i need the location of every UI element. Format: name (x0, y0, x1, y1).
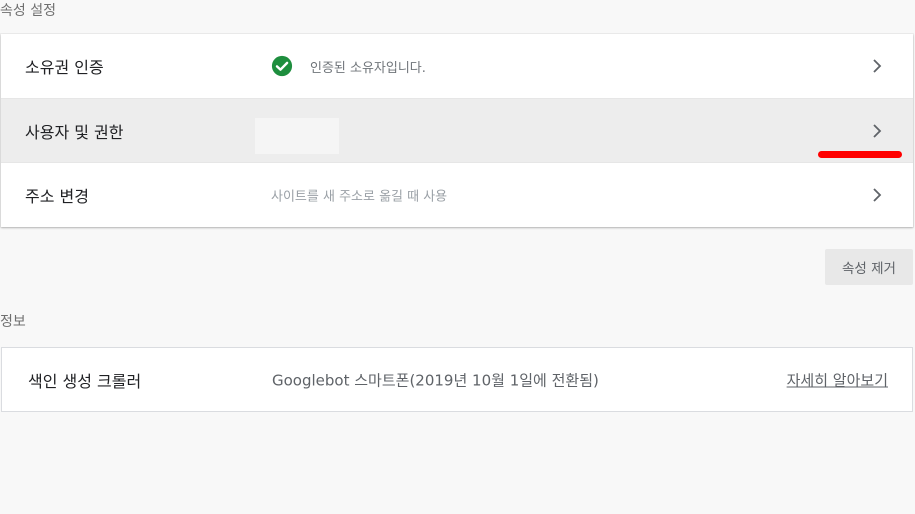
section-heading-info: 정보 (0, 314, 26, 330)
check-circle-icon (271, 55, 293, 77)
row-value: 사이트를 새 주소로 옮길 때 사용 (271, 189, 448, 205)
row-label: 주소 변경 (25, 187, 89, 206)
section-heading-property-settings: 속성 설정 (0, 3, 56, 19)
row-value: 인증된 소유자입니다. (271, 55, 426, 77)
row-change-of-address[interactable]: 주소 변경 사이트를 새 주소로 옮길 때 사용 (1, 162, 913, 227)
indexing-crawler-value: Googlebot 스마트폰(2019년 10월 1일에 전환됨) (272, 371, 599, 389)
indexing-crawler-label: 색인 생성 크롤러 (28, 371, 142, 391)
verified-owner-text: 인증된 소유자입니다. (310, 60, 426, 76)
row-label: 소유권 인증 (25, 58, 104, 77)
row-ownership-verification[interactable]: 소유권 인증 인증된 소유자입니다. (1, 34, 913, 98)
redacted-value-placeholder (255, 118, 339, 154)
property-settings-card: 소유권 인증 인증된 소유자입니다. 사용자 및 권한 주소 변경 사이트를 새… (1, 34, 913, 227)
remove-property-button[interactable]: 속성 제거 (825, 249, 913, 285)
row-users-and-permissions[interactable]: 사용자 및 권한 (1, 98, 913, 162)
row-label: 사용자 및 권한 (25, 122, 124, 142)
learn-more-link[interactable]: 자세히 알아보기 (787, 369, 888, 390)
chevron-right-icon (873, 123, 882, 138)
chevron-right-icon (873, 188, 882, 202)
red-highlight-annotation (818, 151, 902, 158)
chevron-right-icon (873, 59, 882, 73)
info-card: 색인 생성 크롤러 Googlebot 스마트폰(2019년 10월 1일에 전… (1, 347, 913, 412)
